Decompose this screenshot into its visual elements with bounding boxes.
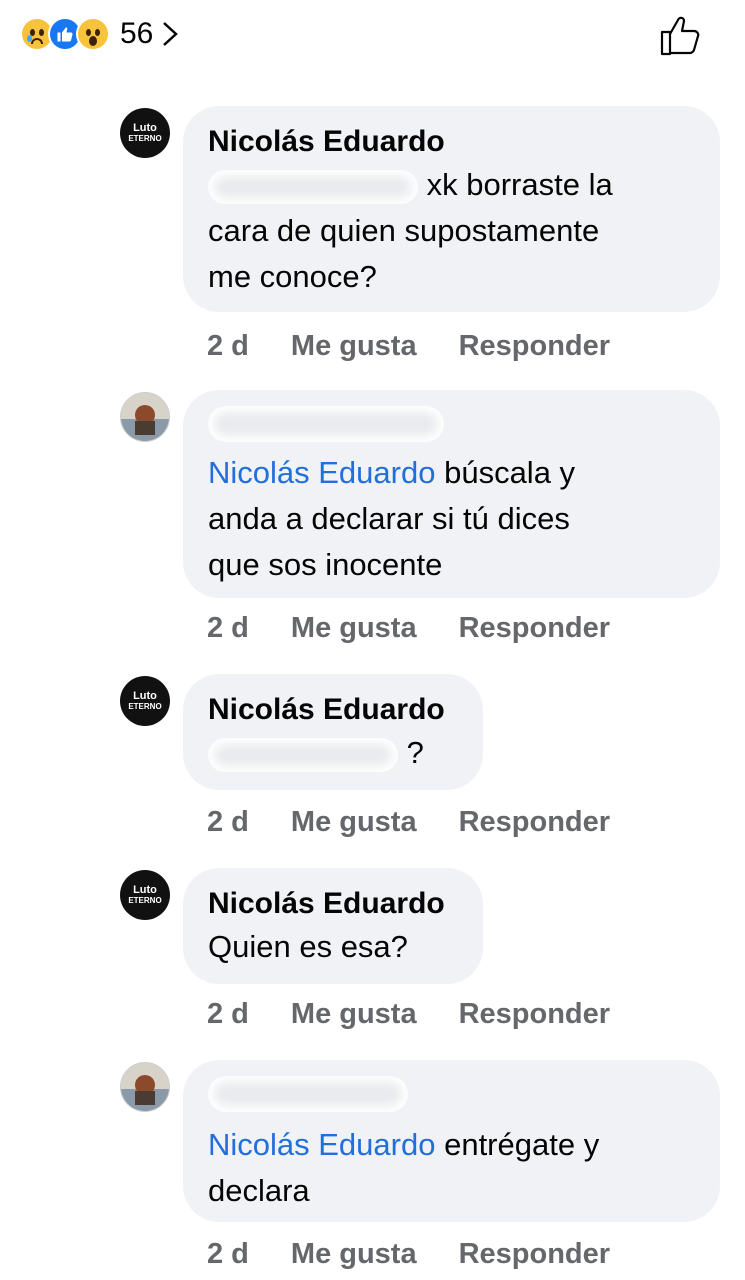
comment-bubble[interactable]: Nicolás Eduardo búscala y anda a declara… (183, 390, 720, 598)
like-button[interactable]: Me gusta (291, 1238, 417, 1271)
reactions-summary[interactable]: 56 (20, 14, 179, 54)
reply-button[interactable]: Responder (459, 330, 610, 363)
comment-author[interactable]: Nicolás Eduardo (208, 690, 457, 730)
avatar[interactable] (120, 1062, 170, 1112)
comment-actions: 2 d Me gusta Responder (207, 1238, 652, 1271)
avatar[interactable]: Luto ETERNO (120, 108, 170, 158)
like-button[interactable]: Me gusta (291, 806, 417, 839)
avatar[interactable]: Luto ETERNO (120, 870, 170, 920)
redacted-author (208, 1076, 408, 1112)
comment-time: 2 d (207, 330, 249, 362)
wow-reaction-icon (76, 17, 110, 51)
mention-link[interactable]: Nicolás Eduardo (208, 1127, 435, 1162)
reply-button[interactable]: Responder (459, 806, 610, 839)
avatar-photo (121, 1063, 169, 1111)
comment-actions: 2 d Me gusta Responder (207, 806, 652, 839)
comment-bubble[interactable]: Nicolás Eduardo xk borraste la cara de q… (183, 106, 720, 312)
mention-link[interactable]: Nicolás Eduardo (208, 455, 435, 490)
comment-time: 2 d (207, 612, 249, 644)
reaction-count: 56 (120, 17, 154, 50)
reactions-bar: 56 (0, 0, 745, 72)
avatar[interactable] (120, 392, 170, 442)
comment-bubble[interactable]: Nicolás Eduardo entrégate y declara (183, 1060, 720, 1222)
comment-actions: 2 d Me gusta Responder (207, 330, 652, 363)
comment-bubble[interactable]: Nicolás Eduardo ? (183, 674, 483, 790)
comment-text: Nicolás Eduardo búscala y anda a declara… (208, 455, 576, 582)
comment-text: ? (208, 730, 457, 776)
comment-author[interactable]: Nicolás Eduardo (208, 122, 694, 162)
like-button[interactable]: Me gusta (291, 612, 417, 645)
reply-button[interactable]: Responder (459, 612, 610, 645)
comment-text: Nicolás Eduardo entrégate y declara (208, 1127, 600, 1208)
avatar[interactable]: Luto ETERNO (120, 676, 170, 726)
comment-bubble[interactable]: Nicolás Eduardo Quien es esa? (183, 868, 483, 984)
redacted-text (208, 737, 398, 772)
like-button[interactable]: Me gusta (291, 998, 417, 1031)
sad-reaction-icon (20, 17, 54, 51)
comment-time: 2 d (207, 806, 249, 838)
like-button[interactable]: Me gusta (291, 330, 417, 363)
like-outline-icon[interactable] (658, 12, 704, 58)
comment-actions: 2 d Me gusta Responder (207, 998, 652, 1031)
reply-button[interactable]: Responder (459, 1238, 610, 1271)
comment-text: Quien es esa? (208, 929, 408, 964)
comment-time: 2 d (207, 1238, 249, 1270)
redacted-author (208, 406, 444, 442)
comment-time: 2 d (207, 998, 249, 1030)
comment-actions: 2 d Me gusta Responder (207, 612, 652, 645)
avatar-photo (121, 393, 169, 441)
redacted-text (208, 169, 418, 204)
comment-text: xk borraste la cara de quien supostament… (208, 167, 613, 294)
reply-button[interactable]: Responder (459, 998, 610, 1031)
comment-author[interactable]: Nicolás Eduardo (208, 884, 457, 924)
chevron-right-icon[interactable] (161, 20, 179, 48)
